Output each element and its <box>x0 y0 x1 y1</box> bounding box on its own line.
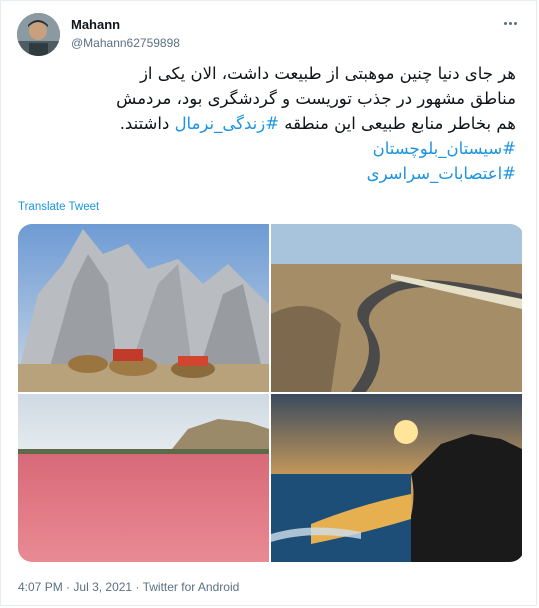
tweet-text-line: هر جای دنیا چنین موهبتی از طبیعت داشت، ا… <box>139 64 516 83</box>
avatar[interactable] <box>17 13 60 56</box>
tweet-text-line: #سیستان_بلوچستان <box>26 136 516 161</box>
tweet-text-line: مناطق مشهور در جذب توریست و گردشگری بود،… <box>116 89 516 108</box>
tweet-text-fragment: هم بخاطر منابع طبیعی این منطقه <box>284 114 516 133</box>
media-grid <box>18 224 524 562</box>
tweet-source[interactable]: Twitter for Android <box>143 580 240 594</box>
translate-tweet-link[interactable]: Translate Tweet <box>18 201 99 213</box>
tweet-card: Mahann @Mahann62759898 هر جای دنیا چنین … <box>0 0 537 606</box>
tweet-meta: 4:07 PM · Jul 3, 2021 · Twitter for Andr… <box>18 580 239 594</box>
hashtag-link[interactable]: #زندگی_نرمال <box>175 114 279 133</box>
tweet-date[interactable]: Jul 3, 2021 <box>73 580 132 594</box>
author-handle[interactable]: @Mahann62759898 <box>71 36 180 50</box>
tweet-text-fragment: داشتند. <box>119 114 170 133</box>
photo-mountains-camels[interactable] <box>18 224 269 392</box>
tweet-text-line: هم بخاطر منابع طبیعی این منطقه #زندگی_نر… <box>26 111 516 136</box>
author-name[interactable]: Mahann <box>71 17 120 32</box>
tweet-text: هر جای دنیا چنین موهبتی از طبیعت داشت، ا… <box>26 61 516 186</box>
photo-pink-lake[interactable] <box>18 394 269 562</box>
hashtag-link[interactable]: #اعتصابات_سراسری <box>367 164 516 183</box>
hashtag-link[interactable]: #سیستان_بلوچستان <box>373 139 516 158</box>
tweet-text-line: #اعتصابات_سراسری <box>26 161 516 186</box>
separator: · <box>135 580 140 594</box>
photo-coastal-road[interactable] <box>271 224 522 392</box>
separator: · <box>66 580 71 594</box>
photo-sunset-beach[interactable] <box>271 394 522 562</box>
more-horizontal-icon[interactable] <box>500 13 520 33</box>
tweet-time[interactable]: 4:07 PM <box>18 580 63 594</box>
